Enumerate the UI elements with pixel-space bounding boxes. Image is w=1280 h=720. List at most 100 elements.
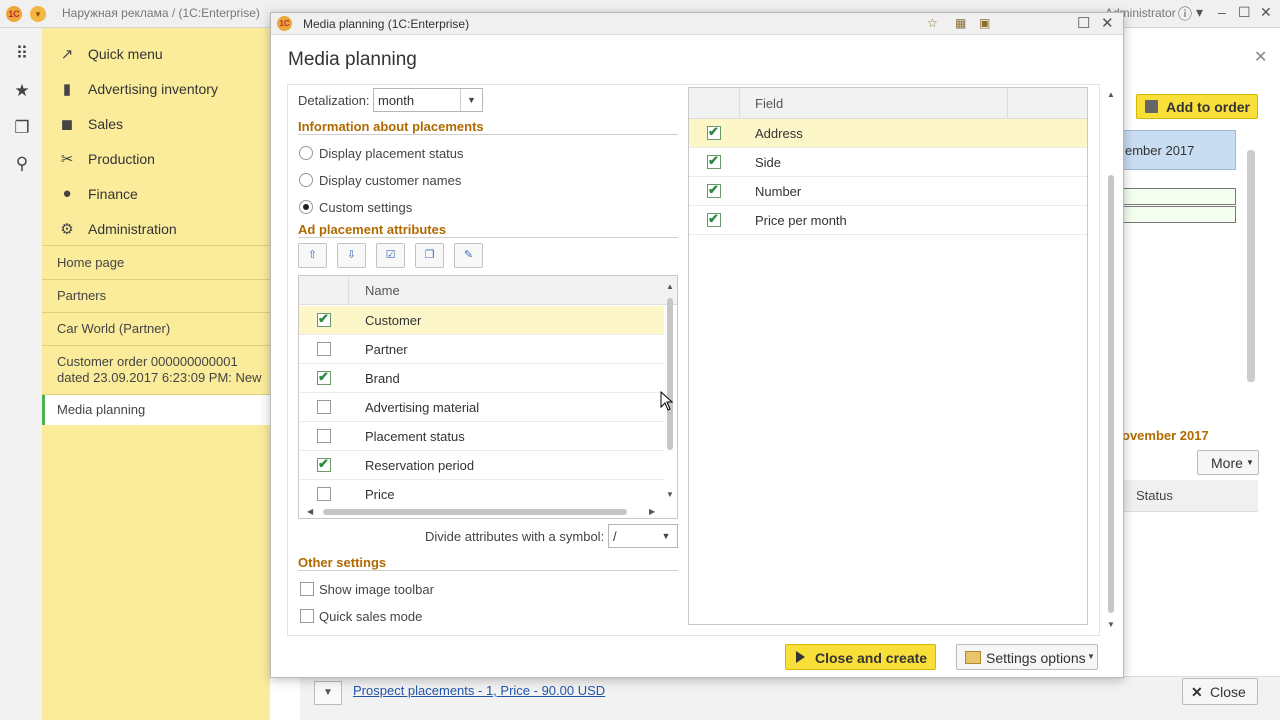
settings-options-button[interactable]: Settings options ▼ [956,644,1098,670]
move-down-icon[interactable]: ⇩ [337,243,366,268]
edit-icon[interactable]: ✎ [454,243,483,268]
table-row[interactable]: Price [299,480,664,509]
row-checkbox[interactable] [317,456,331,472]
scroll-down-icon[interactable]: ▼ [666,490,674,499]
divider [42,312,270,313]
apps-grid-icon[interactable]: ⠿ [12,44,32,64]
table-row[interactable]: Brand [299,364,664,393]
open-window-media-planning[interactable]: Media planning [42,395,270,425]
maximize-icon[interactable]: ☐ [1238,4,1251,21]
add-to-order-button[interactable]: Add to order [1136,94,1258,119]
nav-production[interactable]: ✂ Production [42,141,270,176]
table-horizontal-scrollbar[interactable] [323,509,627,515]
more-button[interactable]: More ▼ [1197,450,1259,475]
attributes-table: Name Customer Partner Brand Advertising … [298,275,678,519]
fields-table: Field Address Side Number Price per mont… [688,87,1088,625]
schedule-row[interactable] [1122,206,1236,223]
calendar-icon[interactable]: ▣ [979,16,990,30]
row-checkbox[interactable] [707,124,721,140]
form-vertical-scrollbar[interactable] [1108,175,1114,613]
scroll-up-icon[interactable]: ▲ [666,282,674,291]
close-button[interactable]: ✕ Close [1182,678,1258,705]
table-row[interactable]: Address [689,119,1087,148]
radio-display-placement-status[interactable] [299,146,313,160]
schedule-row[interactable] [1122,188,1236,205]
chevron-down-icon: ▼ [1246,458,1254,467]
main-menu-icon[interactable]: ▾ [30,6,46,22]
open-window-partners[interactable]: Partners [42,288,270,308]
check-all-icon[interactable]: ☑ [376,243,405,268]
row-checkbox[interactable] [707,182,721,198]
row-checkbox[interactable] [317,487,331,501]
row-checkbox[interactable] [317,311,331,327]
prospect-placements-link[interactable]: Prospect placements - 1, Price - 90.00 U… [353,683,605,698]
nav-finance[interactable]: ● Finance [42,176,270,211]
row-checkbox[interactable] [317,342,331,356]
nav-quick-menu[interactable]: ↗ Quick menu [42,36,270,71]
nav-administration[interactable]: ⚙ Administration [42,211,270,246]
status-column-header[interactable]: Status [1122,480,1258,512]
column-label: Status [1136,488,1173,503]
open-window-home-page[interactable]: Home page [42,255,270,275]
form-close-icon[interactable]: ✕ [1254,47,1267,67]
row-label: Side [755,155,782,170]
info-dropdown-icon[interactable]: ▾ [1196,4,1203,21]
info-icon[interactable]: ⓘ [1178,4,1192,24]
dialog-title-bar[interactable]: 1C Media planning (1C:Enterprise) ☆ ▦ ▣ … [271,13,1123,35]
quick-sales-mode-checkbox[interactable] [300,609,314,623]
table-row[interactable]: Customer [299,306,664,335]
open-window-label: Car World (Partner) [57,321,171,336]
open-window-label: Home page [57,255,125,270]
table-row[interactable]: Placement status [299,422,664,451]
button-label: Settings options [986,650,1086,666]
open-window-customer-order[interactable]: Customer order 000000000001 dated 23.09.… [42,354,270,390]
uncheck-all-icon[interactable]: ❐ [415,243,444,268]
onec-logo-icon: 1C [6,6,22,22]
row-checkbox[interactable] [317,429,331,443]
row-checkbox[interactable] [317,400,331,414]
table-row[interactable]: Reservation period [299,451,664,480]
search-icon[interactable]: ⚲ [12,154,32,174]
maximize-icon[interactable]: ☐ [1077,14,1090,32]
detalization-select[interactable]: month ▼ [373,88,483,112]
move-up-icon[interactable]: ⇧ [298,243,327,268]
table-row[interactable]: Number [689,177,1087,206]
folder-settings-icon [965,651,981,664]
column-header-name[interactable]: Name [365,283,400,298]
close-icon[interactable]: ✕ [1260,4,1272,21]
table-row[interactable]: Partner [299,335,664,364]
row-checkbox[interactable] [707,153,721,169]
row-checkbox[interactable] [707,211,721,227]
star-icon[interactable]: ★ [12,81,32,101]
row-checkbox[interactable] [317,369,331,385]
nav-sales[interactable]: ◼ Sales [42,106,270,141]
open-window-label: Media planning [57,402,146,417]
table-row[interactable]: Advertising material [299,393,664,422]
background-footer: ▼ Prospect placements - 1, Price - 90.00… [300,676,1280,720]
expand-dropdown-button[interactable]: ▼ [314,681,342,705]
show-image-toolbar-checkbox[interactable] [300,582,314,596]
favorite-icon[interactable]: ☆ [927,16,938,30]
scroll-down-icon[interactable]: ▼ [1107,620,1115,629]
scroll-up-icon[interactable]: ▲ [1107,90,1115,99]
calculator-icon[interactable]: ▦ [955,16,966,30]
row-label: Brand [365,371,400,386]
table-row[interactable]: Price per month [689,206,1087,235]
column-header-field[interactable]: Field [755,96,783,111]
background-scrollbar[interactable] [1247,150,1255,382]
section-divider [298,134,678,135]
nav-advertising-inventory[interactable]: ▮ Advertising inventory [42,71,270,106]
open-window-car-world[interactable]: Car World (Partner) [42,321,270,341]
table-vertical-scrollbar[interactable] [667,298,673,450]
history-icon[interactable]: ❐ [12,118,32,138]
radio-custom-settings[interactable] [299,200,313,214]
scroll-right-icon[interactable]: ▶ [649,507,655,516]
app-title: Наружная реклама / (1C:Enterprise) [62,6,260,20]
minimize-icon[interactable]: – [1218,4,1226,20]
close-icon[interactable]: ✕ [1101,14,1114,32]
divide-symbol-select[interactable]: / ▼ [608,524,678,548]
scroll-left-icon[interactable]: ◀ [307,507,313,516]
close-and-create-button[interactable]: Close and create [785,644,936,670]
radio-display-customer-names[interactable] [299,173,313,187]
table-row[interactable]: Side [689,148,1087,177]
